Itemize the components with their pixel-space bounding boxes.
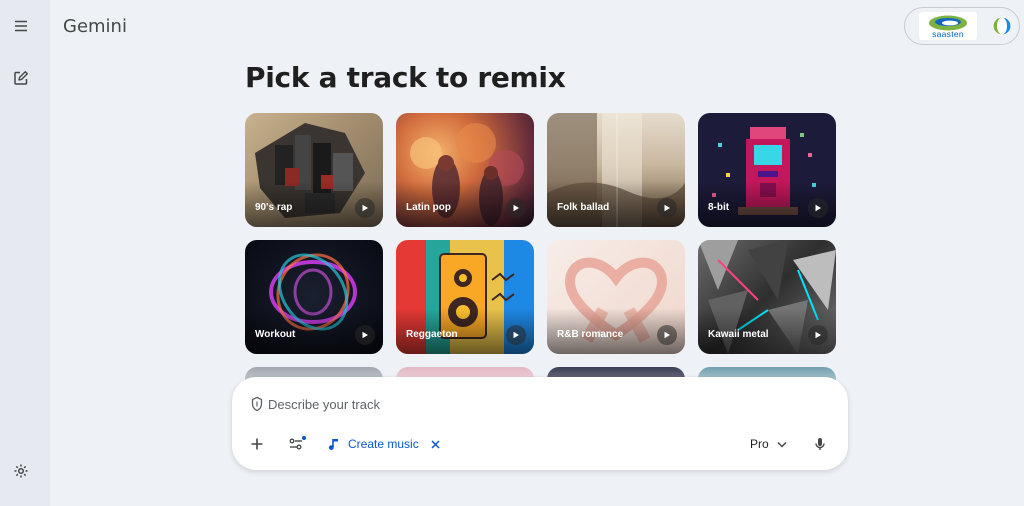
play-icon[interactable] — [355, 198, 375, 218]
gear-icon[interactable] — [7, 457, 35, 485]
tools-button[interactable] — [288, 432, 306, 456]
prompt-box: Create music Pro — [232, 377, 848, 470]
track-card-kawaii-metal[interactable]: Kawaii metal — [698, 240, 836, 354]
plus-icon — [251, 438, 263, 450]
track-label: 90's rap — [255, 202, 293, 213]
track-label: 8-bit — [708, 202, 730, 213]
saasten-logo: saasten — [919, 12, 977, 40]
brand-mark-icon — [992, 16, 1012, 36]
sliders-icon — [289, 436, 306, 450]
track-card-latin-pop[interactable]: Latin pop — [396, 113, 534, 227]
edit-icon[interactable] — [7, 64, 35, 92]
account-avatar[interactable]: saasten — [904, 7, 1020, 45]
model-selector[interactable]: Pro — [750, 432, 787, 456]
chevron-down-icon — [777, 441, 787, 448]
microphone-icon — [815, 438, 825, 450]
play-icon[interactable] — [808, 325, 828, 345]
track-card-folk-ballad[interactable]: Folk ballad — [547, 113, 685, 227]
track-label: Reggaeton — [406, 329, 458, 340]
play-icon[interactable] — [808, 198, 828, 218]
model-label: Pro — [750, 437, 769, 451]
play-icon[interactable] — [506, 198, 526, 218]
track-label: Folk ballad — [557, 202, 610, 213]
prompt-input[interactable] — [268, 395, 788, 413]
sidebar — [0, 0, 50, 506]
create-music-label: Create music — [348, 437, 419, 451]
music-note-icon — [328, 439, 338, 450]
play-icon[interactable] — [506, 325, 526, 345]
track-card-90s-rap[interactable]: 90's rap — [245, 113, 383, 227]
play-icon[interactable] — [657, 198, 677, 218]
play-icon[interactable] — [657, 325, 677, 345]
track-label: Kawaii metal — [708, 329, 769, 340]
hamburger-menu-icon[interactable] — [7, 12, 35, 40]
track-card-reggaeton[interactable]: Reggaeton — [396, 240, 534, 354]
close-icon[interactable] — [431, 439, 440, 449]
play-icon[interactable] — [355, 325, 375, 345]
create-music-chip[interactable]: Create music — [328, 432, 440, 456]
logo-wordmark: saasten — [932, 29, 964, 39]
track-card-workout[interactable]: Workout — [245, 240, 383, 354]
track-card-8-bit[interactable]: 8-bit — [698, 113, 836, 227]
microphone-button[interactable] — [812, 432, 828, 456]
add-button[interactable] — [249, 432, 265, 456]
track-label: R&B romance — [557, 329, 624, 340]
app-title: Gemini — [63, 16, 127, 37]
page-title: Pick a track to remix — [245, 61, 566, 94]
track-label: Workout — [255, 329, 296, 340]
track-card-rnb-romance[interactable]: R&B romance — [547, 240, 685, 354]
track-label: Latin pop — [406, 202, 451, 213]
shield-icon — [251, 396, 263, 412]
